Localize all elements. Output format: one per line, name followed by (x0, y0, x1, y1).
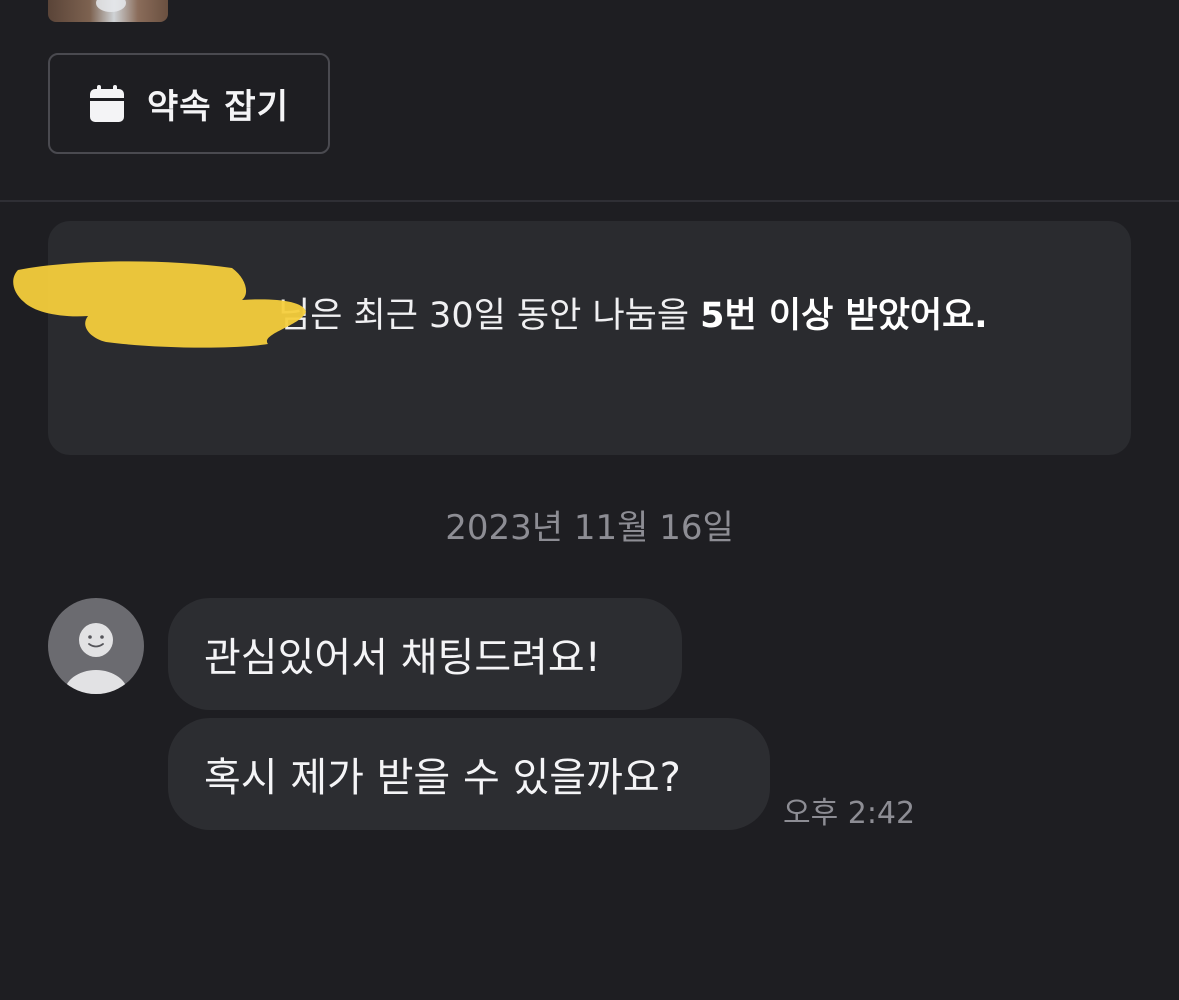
message-timestamp: 오후 2:42 (783, 796, 916, 831)
section-divider (0, 200, 1179, 202)
message-bubble[interactable]: 관심있어서 채팅드려요! (168, 598, 682, 710)
make-appointment-label: 약속 잡기 (147, 87, 289, 127)
notice-text-prefix: 님은 최근 30일 동안 나눔을 (278, 296, 701, 336)
redaction-scribble (13, 261, 306, 348)
default-profile-icon (64, 623, 128, 694)
date-separator: 2023년 11월 16일 (445, 508, 734, 548)
message-text: 혹시 제가 받을 수 있을까요? (204, 755, 681, 801)
notice-text-bold: 5번 이상 받았어요. (700, 296, 988, 336)
make-appointment-button[interactable]: 약속 잡기 (48, 53, 330, 154)
message-bubble[interactable]: 혹시 제가 받을 수 있을까요? (168, 718, 770, 830)
message-text: 관심있어서 채팅드려요! (204, 635, 601, 681)
listing-photo-thumbnail[interactable] (48, 0, 168, 22)
user-avatar[interactable] (48, 598, 144, 694)
calendar-icon (90, 84, 125, 122)
